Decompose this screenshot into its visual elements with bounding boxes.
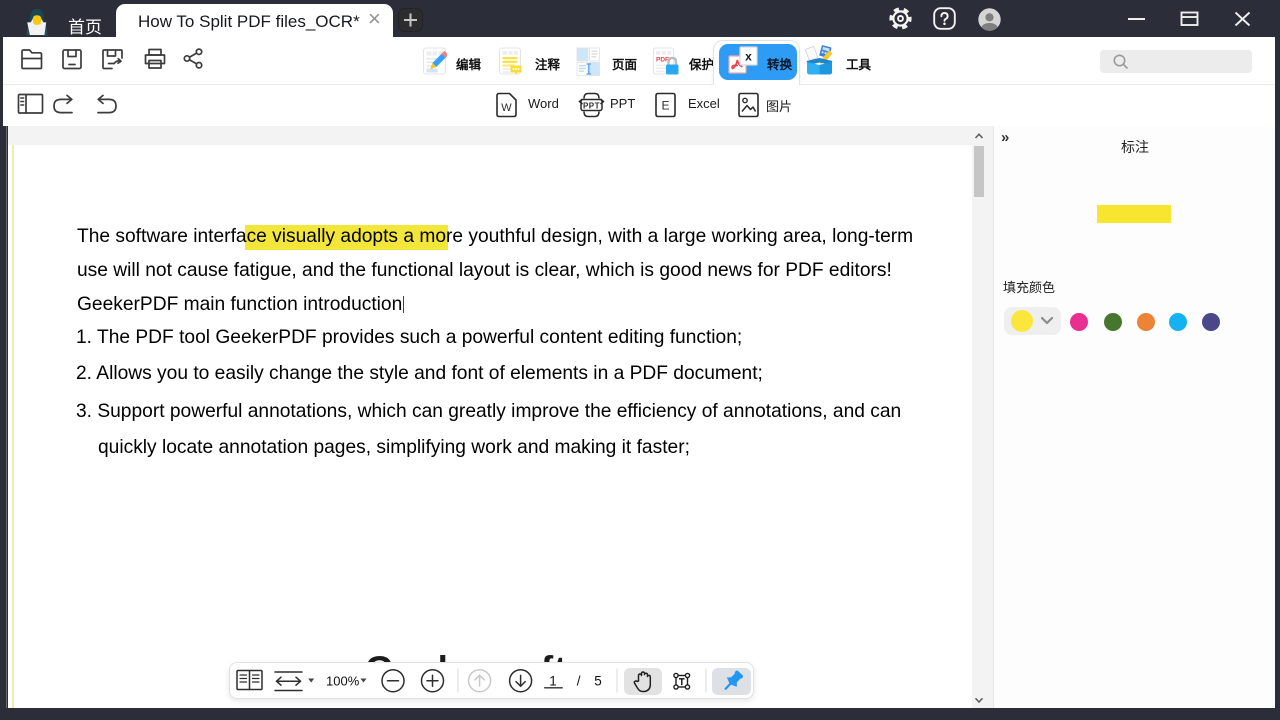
svg-text:x: x [745, 50, 752, 64]
svg-text:5: 5 [594, 674, 602, 689]
svg-text:W: W [501, 102, 512, 114]
svg-text:1: 1 [549, 674, 557, 689]
svg-text:PPT: PPT [583, 102, 600, 111]
svg-text:PDF: PDF [656, 57, 669, 64]
svg-text:/: / [577, 674, 581, 689]
svg-text:100%: 100% [326, 674, 360, 689]
svg-text:E: E [661, 99, 669, 113]
